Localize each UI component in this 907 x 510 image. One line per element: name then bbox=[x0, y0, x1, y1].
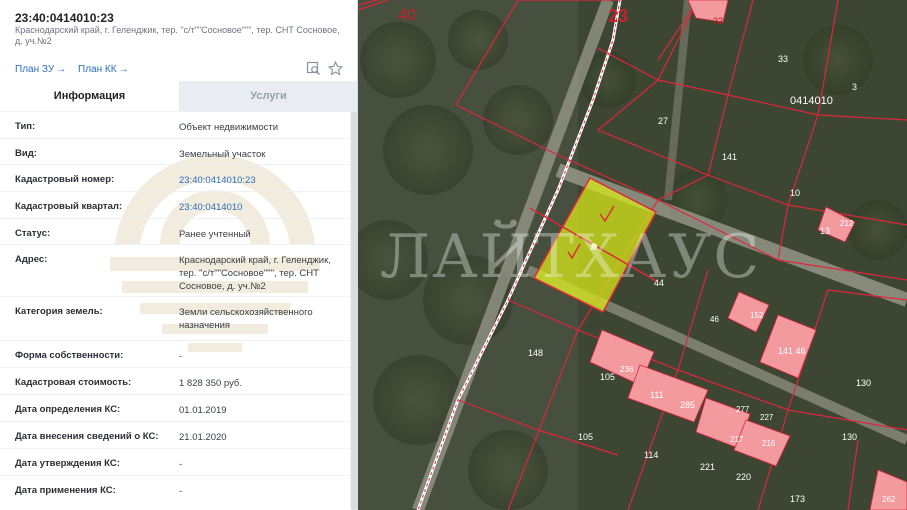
map-label-236: 236 bbox=[620, 365, 634, 374]
map-label-111: 111 bbox=[650, 390, 664, 400]
arrow-right-icon: → bbox=[118, 64, 129, 75]
map-label-141-46: 141 46 bbox=[778, 346, 806, 356]
map-label-22: 22 bbox=[713, 16, 723, 26]
map-label-216: 216 bbox=[762, 439, 776, 448]
map-label-105: 105 bbox=[600, 372, 615, 382]
arrow-right-icon: → bbox=[56, 64, 67, 75]
map-label-277: 277 bbox=[736, 405, 750, 414]
map-canvas[interactable]: 40 23 22 33 3 0414010 27 141 10 13 212 2… bbox=[358, 0, 907, 510]
detail-row-cadastral-value: Кадастровая стоимость: 1 828 350 руб. bbox=[0, 367, 350, 394]
map-label-13: 13 bbox=[820, 226, 830, 236]
row-value: 1 828 350 руб. bbox=[179, 378, 243, 389]
row-label: Дата внесения сведений о КС: bbox=[15, 431, 159, 442]
row-label: Кадастровый квартал: bbox=[15, 201, 123, 212]
detail-row-land-category: Категория земель: Земли сельскохозяйстве… bbox=[0, 296, 350, 340]
map-label-105b: 105 bbox=[578, 432, 593, 442]
map-label-212: 212 bbox=[840, 219, 854, 228]
map-label-23: 23 bbox=[608, 6, 628, 26]
row-label: Дата утверждения КС: bbox=[15, 458, 120, 469]
map-label-40: 40 bbox=[398, 7, 416, 24]
plan-zu-label: План ЗУ bbox=[15, 64, 55, 75]
map-label-27: 27 bbox=[658, 116, 668, 126]
map-label-44: 44 bbox=[654, 278, 664, 288]
detail-row-address: Адрес: Краснодарский край, г. Геленджик,… bbox=[0, 244, 350, 296]
tab-information[interactable]: Информация bbox=[0, 81, 179, 111]
row-value: - bbox=[179, 351, 183, 362]
detail-row-approval-date: Дата утверждения КС: - bbox=[0, 448, 350, 475]
map-label-130b: 130 bbox=[842, 432, 857, 442]
map-label-33: 33 bbox=[778, 54, 788, 64]
row-label: Категория земель: bbox=[15, 306, 103, 317]
map-label-173: 173 bbox=[790, 494, 805, 504]
star-icon[interactable] bbox=[328, 61, 343, 76]
scroll-thumb[interactable] bbox=[351, 111, 357, 510]
map-label-220: 220 bbox=[736, 472, 751, 482]
map-label-23b: 23 bbox=[590, 245, 598, 252]
row-label: Тип: bbox=[15, 121, 36, 132]
detail-row-kind: Вид: Земельный участок bbox=[0, 138, 350, 164]
row-label: Адрес: bbox=[15, 254, 48, 265]
row-label: Кадастровая стоимость: bbox=[15, 377, 132, 388]
map-label-10: 10 bbox=[790, 188, 800, 198]
detail-row-cadastral-quarter: Кадастровый квартал: 23:40:0414010 bbox=[0, 191, 350, 218]
row-value: Земельный участок bbox=[179, 149, 266, 160]
row-value: 01.01.2019 bbox=[179, 405, 227, 416]
detail-row-ownership: Форма собственности: - bbox=[0, 340, 350, 367]
row-label: Дата определения КС: bbox=[15, 404, 121, 415]
satellite-map[interactable]: 40 23 22 33 3 0414010 27 141 10 13 212 2… bbox=[358, 0, 907, 510]
map-label-227: 227 bbox=[760, 413, 774, 422]
row-label: Вид: bbox=[15, 148, 37, 159]
address-subtitle: Краснодарский край, г. Геленджик, тер. "… bbox=[15, 25, 340, 46]
row-label: Дата применения КС: bbox=[15, 485, 116, 496]
row-value: Земли сельскохозяйственного назначения bbox=[179, 307, 313, 331]
panel-header: 23:40:0414010:23 Краснодарский край, г. … bbox=[0, 0, 357, 81]
info-panel: 23:40:0414010:23 Краснодарский край, г. … bbox=[0, 0, 358, 510]
map-label-217: 217 bbox=[730, 435, 744, 444]
cadastral-map-app: 23:40:0414010:23 Краснодарский край, г. … bbox=[0, 0, 907, 510]
row-value: - bbox=[179, 486, 183, 497]
map-label-46: 46 bbox=[710, 315, 719, 324]
row-value: - bbox=[179, 459, 183, 470]
detail-row-cadastral-number: Кадастровый номер: 23:40:0414010:23 bbox=[0, 164, 350, 191]
map-label-285: 285 bbox=[680, 400, 695, 410]
row-value: 21.01.2020 bbox=[179, 432, 227, 443]
row-value: Ранее учтенный bbox=[179, 229, 251, 240]
cadastral-number-link[interactable]: 23:40:0414010:23 bbox=[179, 174, 339, 187]
detail-row-entry-date: Дата внесения сведений о КС: 21.01.2020 bbox=[0, 421, 350, 448]
row-label: Статус: bbox=[15, 228, 51, 239]
map-label-152: 152 bbox=[750, 311, 764, 320]
plan-zu-link[interactable]: План ЗУ → bbox=[15, 64, 66, 75]
row-label: Кадастровый номер: bbox=[15, 174, 115, 185]
plan-kk-link[interactable]: План КК → bbox=[78, 64, 129, 75]
property-details: Тип: Объект недвижимости Вид: Земельный … bbox=[0, 111, 350, 510]
search-map-icon[interactable] bbox=[306, 61, 321, 76]
map-label-block: 0414010 bbox=[790, 95, 833, 107]
map-label-130: 130 bbox=[856, 378, 871, 388]
map-label-3: 3 bbox=[852, 82, 857, 92]
cadastral-quarter-link[interactable]: 23:40:0414010 bbox=[179, 201, 339, 214]
plan-kk-label: План КК bbox=[78, 64, 117, 75]
detail-row-type: Тип: Объект недвижимости bbox=[0, 111, 350, 138]
tab-services[interactable]: Услуги bbox=[179, 81, 357, 111]
row-value: Объект недвижимости bbox=[179, 122, 279, 133]
detail-row-application-date: Дата применения КС: - bbox=[0, 475, 350, 510]
panel-scrollbar[interactable] bbox=[350, 111, 357, 510]
cadastral-number-title: 23:40:0414010:23 bbox=[15, 11, 114, 25]
row-value: Краснодарский край, г. Геленджик, тер. "… bbox=[179, 255, 331, 292]
detail-row-status: Статус: Ранее учтенный bbox=[0, 218, 350, 244]
map-label-262: 262 bbox=[882, 495, 896, 504]
row-label: Форма собственности: bbox=[15, 350, 124, 361]
tab-bar: Информация Услуги bbox=[0, 81, 357, 111]
map-label-114: 114 bbox=[644, 450, 658, 460]
detail-row-valuation-date: Дата определения КС: 01.01.2019 bbox=[0, 394, 350, 421]
map-label-221: 221 bbox=[700, 462, 715, 472]
map-label-148: 148 bbox=[528, 348, 543, 358]
map-label-141: 141 bbox=[722, 152, 737, 162]
